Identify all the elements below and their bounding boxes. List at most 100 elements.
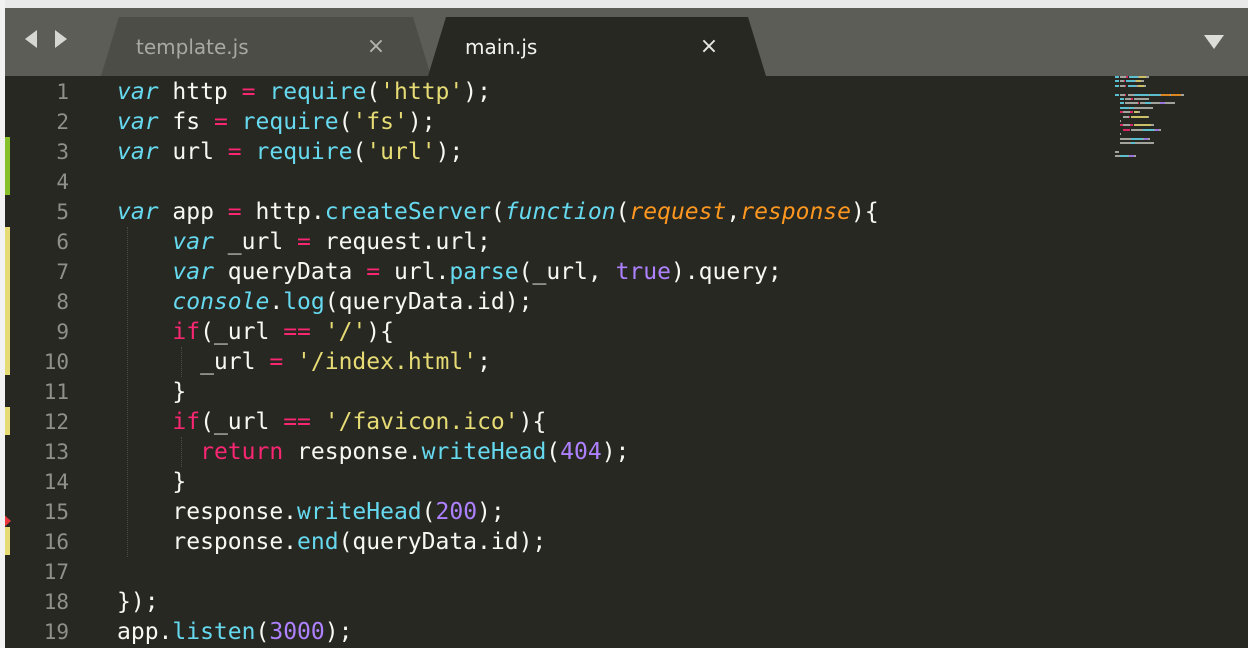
code-token: '/index.html' xyxy=(297,349,478,375)
code-token: app xyxy=(158,199,228,225)
code-token: 404 xyxy=(560,439,602,465)
code-token: = xyxy=(213,109,228,135)
code-token: (_url, xyxy=(518,259,616,285)
code-token: require xyxy=(241,109,339,135)
code-token: ( xyxy=(338,109,353,135)
code-token: ); xyxy=(435,139,464,165)
code-view[interactable]: var http = require('http'); var fs = requ… xyxy=(117,76,1097,648)
line-number: 12 xyxy=(43,410,69,434)
code-token: require xyxy=(269,79,367,105)
code-line[interactable]: app.listen(3000); xyxy=(117,617,352,647)
minimap-stroke xyxy=(1120,120,1122,122)
code-line[interactable]: var app = http.createServer(function(req… xyxy=(117,197,879,227)
code-token: parse xyxy=(449,259,519,285)
code-token: ( xyxy=(255,619,270,645)
code-token: console xyxy=(172,289,270,315)
code-token: ( xyxy=(352,139,367,165)
code-token: if xyxy=(172,409,201,435)
indent-guide xyxy=(181,437,182,467)
code-line[interactable]: response.end(queryData.id); xyxy=(117,527,546,557)
minimap-stroke xyxy=(1138,76,1147,78)
code-line[interactable]: if(_url == '/'){ xyxy=(117,317,394,347)
code-token: ){ xyxy=(851,199,879,225)
code-line[interactable]: var http = require('http'); xyxy=(117,77,491,107)
code-line[interactable]: var url = require('url'); xyxy=(117,137,463,167)
code-line[interactable]: var fs = require('fs'); xyxy=(117,107,436,137)
gutter: 1 2 3 4 5 6 7 8 9 10 11 12 13 14 15 16 17 18 19 xyxy=(5,76,85,648)
minimap-stroke xyxy=(1120,155,1128,158)
line-number: 15 xyxy=(43,500,69,524)
code-token: _url xyxy=(213,229,298,255)
tab-label: template.js xyxy=(136,35,249,59)
minimap-stroke xyxy=(1133,106,1153,109)
minimap-stroke xyxy=(1120,98,1124,100)
code-token: , xyxy=(726,199,741,225)
minimap-stroke xyxy=(1115,76,1119,78)
code-token: (_url xyxy=(200,409,284,435)
code-token: var xyxy=(117,79,159,105)
code-token: ); xyxy=(601,439,630,465)
diff-mark-modified xyxy=(5,407,10,435)
minimap-stroke xyxy=(1120,137,1132,140)
code-token: if xyxy=(172,319,201,345)
code-token: }); xyxy=(117,589,159,615)
minimap-stroke xyxy=(1133,93,1149,96)
code-token: app. xyxy=(117,619,173,645)
minimap-stroke xyxy=(1158,128,1162,131)
close-icon[interactable]: × xyxy=(699,36,719,58)
minimap-stroke xyxy=(1115,150,1119,153)
code-token: queryData xyxy=(213,259,367,285)
minimap-stroke xyxy=(1115,93,1119,96)
minimap-stroke xyxy=(1150,93,1160,96)
code-token: (_url xyxy=(200,319,284,345)
code-line[interactable]: }); xyxy=(117,587,159,617)
minimap-stroke xyxy=(1123,80,1125,83)
tab-main-js[interactable]: main.js × xyxy=(428,17,766,76)
tab-template-js[interactable]: template.js × xyxy=(101,17,431,76)
triangle-left-icon[interactable] xyxy=(25,30,37,48)
code-line[interactable]: var queryData = url.parse(_url, true).qu… xyxy=(117,257,781,287)
line-number: 6 xyxy=(56,230,69,254)
code-token: request.url; xyxy=(310,229,491,255)
triangle-right-icon[interactable] xyxy=(55,30,67,48)
minimap-stroke xyxy=(1147,137,1150,140)
minimap-stroke xyxy=(1161,93,1170,96)
minimap-stroke xyxy=(1120,102,1124,105)
code-line[interactable]: return response.writeHead(404); xyxy=(117,437,629,467)
minimap-stroke xyxy=(1115,84,1119,87)
close-icon[interactable]: × xyxy=(366,36,386,58)
code-token: ( xyxy=(615,199,630,225)
minimap-stroke xyxy=(1133,98,1149,100)
chevron-down-icon[interactable] xyxy=(1204,35,1224,49)
code-token: ; xyxy=(477,349,491,375)
code-token: url xyxy=(158,139,228,165)
code-token: = xyxy=(227,199,242,225)
minimap-stroke xyxy=(1165,102,1175,105)
minimap[interactable] xyxy=(1115,76,1225,166)
code-token: ( xyxy=(546,439,561,465)
code-token: var xyxy=(117,109,159,135)
minimap-stroke xyxy=(1131,137,1143,140)
code-line[interactable]: var _url = request.url; xyxy=(117,227,491,257)
code-token: 'fs' xyxy=(352,109,408,135)
minimap-stroke xyxy=(1135,142,1154,144)
code-token: 'http' xyxy=(380,79,464,105)
line-number: 3 xyxy=(56,140,69,164)
code-token: 200 xyxy=(435,499,478,525)
line-number: 14 xyxy=(43,470,69,494)
code-token: ){ xyxy=(518,409,547,435)
editor-area[interactable]: 1 2 3 4 5 6 7 8 9 10 11 12 13 14 15 16 17 18 19 var http =… xyxy=(5,76,1248,648)
code-line[interactable]: if(_url == '/favicon.ico'){ xyxy=(117,407,546,437)
minimap-stroke xyxy=(1120,142,1132,144)
line-number: 8 xyxy=(56,290,69,314)
line-number: 11 xyxy=(43,380,69,404)
code-line[interactable]: console.log(queryData.id); xyxy=(117,287,532,317)
code-token: (queryData.id); xyxy=(338,529,547,555)
code-token: response xyxy=(740,199,851,225)
code-token: url. xyxy=(380,259,450,285)
code-line[interactable]: response.writeHead(200); xyxy=(117,497,504,527)
code-line[interactable]: _url = '/index.html'; xyxy=(117,347,491,377)
